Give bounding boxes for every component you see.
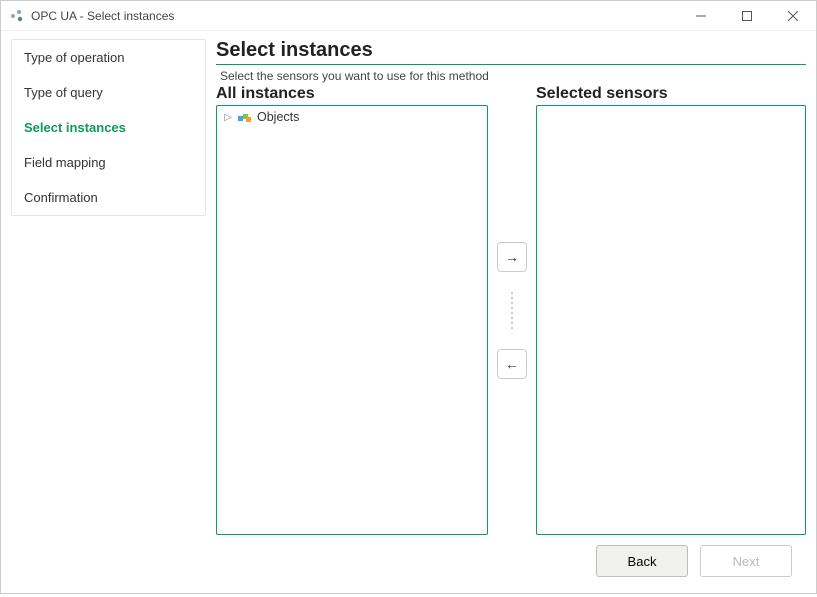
- page-title: Select instances: [216, 39, 806, 62]
- close-button[interactable]: [770, 1, 816, 31]
- selected-sensors-list[interactable]: [536, 105, 806, 535]
- wizard-sidebar: Type of operation Type of query Select i…: [11, 39, 206, 216]
- sidebar-item-type-of-query[interactable]: Type of query: [12, 75, 205, 110]
- maximize-button[interactable]: [724, 1, 770, 31]
- sidebar-item-label: Type of operation: [24, 50, 124, 65]
- selected-sensors-column: Selected sensors: [536, 85, 806, 535]
- sidebar-item-select-instances[interactable]: Select instances: [12, 110, 205, 145]
- sidebar-item-label: Field mapping: [24, 155, 106, 170]
- app-icon: [9, 8, 25, 24]
- add-button[interactable]: →: [497, 242, 527, 272]
- window-controls: [678, 1, 816, 31]
- sidebar-item-label: Type of query: [24, 85, 103, 100]
- titlebar: OPC UA - Select instances: [1, 1, 816, 31]
- remove-button[interactable]: ←: [497, 349, 527, 379]
- sidebar-item-confirmation[interactable]: Confirmation: [12, 180, 205, 215]
- selected-sensors-header: Selected sensors: [536, 85, 806, 103]
- next-button: Next: [700, 545, 792, 577]
- window-title: OPC UA - Select instances: [31, 9, 174, 23]
- all-instances-tree[interactable]: ▷ Objects: [216, 105, 488, 535]
- sidebar-item-label: Select instances: [24, 120, 126, 135]
- minimize-button[interactable]: [678, 1, 724, 31]
- tree-node-objects[interactable]: ▷ Objects: [217, 106, 487, 128]
- sidebar-item-type-of-operation[interactable]: Type of operation: [12, 40, 205, 75]
- window: OPC UA - Select instances Type of operat…: [0, 0, 817, 594]
- main-panel: Select instances Select the sensors you …: [216, 39, 806, 587]
- back-button[interactable]: Back: [596, 545, 688, 577]
- sidebar-item-field-mapping[interactable]: Field mapping: [12, 145, 205, 180]
- page-subtitle: Select the sensors you want to use for t…: [216, 69, 806, 83]
- tree-node-label: Objects: [257, 110, 299, 124]
- separator-icon: [511, 292, 513, 329]
- title-rule: [216, 64, 806, 65]
- arrow-left-icon: ←: [505, 356, 519, 372]
- expand-icon[interactable]: ▷: [223, 112, 233, 123]
- all-instances-header: All instances: [216, 85, 488, 103]
- folder-objects-icon: [237, 109, 253, 125]
- lists-row: All instances ▷ Objects → ←: [216, 85, 806, 535]
- content: Type of operation Type of query Select i…: [1, 31, 816, 597]
- arrow-right-icon: →: [505, 249, 519, 265]
- transfer-controls: → ←: [488, 85, 536, 535]
- all-instances-column: All instances ▷ Objects: [216, 85, 488, 535]
- sidebar-item-label: Confirmation: [24, 190, 98, 205]
- footer: Back Next: [216, 535, 806, 587]
